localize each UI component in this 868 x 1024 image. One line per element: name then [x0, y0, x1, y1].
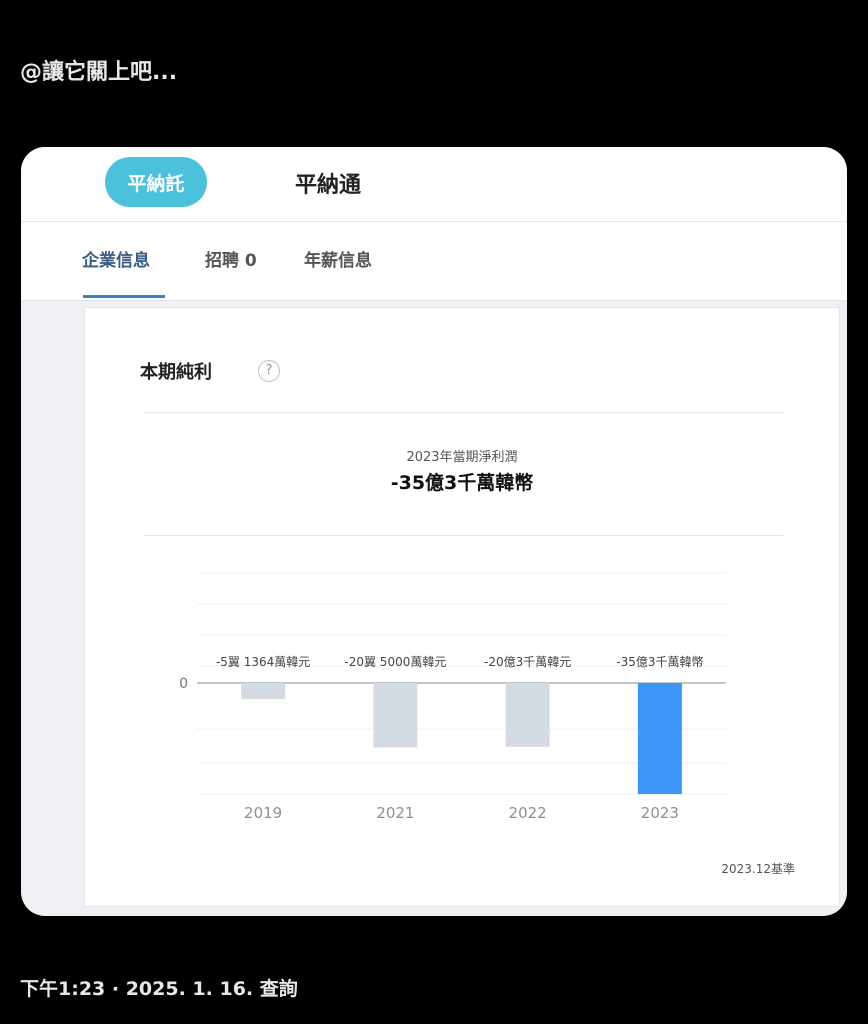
data-label: -5翼 1364萬韓元 — [216, 655, 310, 669]
tab-company-info[interactable]: 企業信息 — [82, 246, 150, 271]
x-tick-label: 2019 — [244, 804, 282, 822]
y-tick-label: 0 — [179, 676, 188, 692]
active-tab-indicator — [83, 295, 165, 298]
data-label: -20翼 5000萬韓元 — [344, 655, 446, 669]
x-tick-label: 2023 — [641, 804, 679, 822]
net-profit-chart: 0 -5翼 1364萬韓元 2019 -20翼 5000萬韓元 2021 -20億3千萬韓… — [179, 572, 726, 822]
tab-salary-info[interactable]: 年薪信息 — [304, 246, 372, 271]
bar-2022 — [505, 683, 550, 747]
company-logo[interactable]: 平納託 — [105, 157, 207, 207]
x-tick-label: 2022 — [509, 804, 547, 822]
basis-note: 2023.12基準 — [721, 862, 795, 876]
bar-2021 — [373, 683, 418, 748]
net-profit-panel: 本期純利 ? 2023年當期淨利潤 -35億3千萬韓幣 0 -5翼 1364萬韓元… — [84, 307, 840, 907]
data-label: -20億3千萬韓元 — [484, 655, 571, 669]
brand-bar: 平納託 平納通 — [21, 147, 847, 222]
bar-2019 — [241, 683, 286, 700]
bar-2023 — [637, 683, 682, 794]
company-name: 平納通 — [295, 173, 362, 198]
post-title: @讓它關上吧... — [20, 60, 178, 85]
company-card: 平納託 平納通 企業信息 招聘 0 年薪信息 本期純利 ? 2023年當期淨利潤… — [21, 147, 847, 916]
tab-recruitment[interactable]: 招聘 0 — [205, 246, 257, 271]
tab-bar: 企業信息 招聘 0 年薪信息 — [21, 222, 847, 301]
data-label: -35億3千萬韓幣 — [616, 655, 703, 669]
x-tick-label: 2021 — [376, 804, 414, 822]
post-timestamp: 下午1:23 · 2025. 1. 16. 查詢 — [20, 978, 298, 1000]
